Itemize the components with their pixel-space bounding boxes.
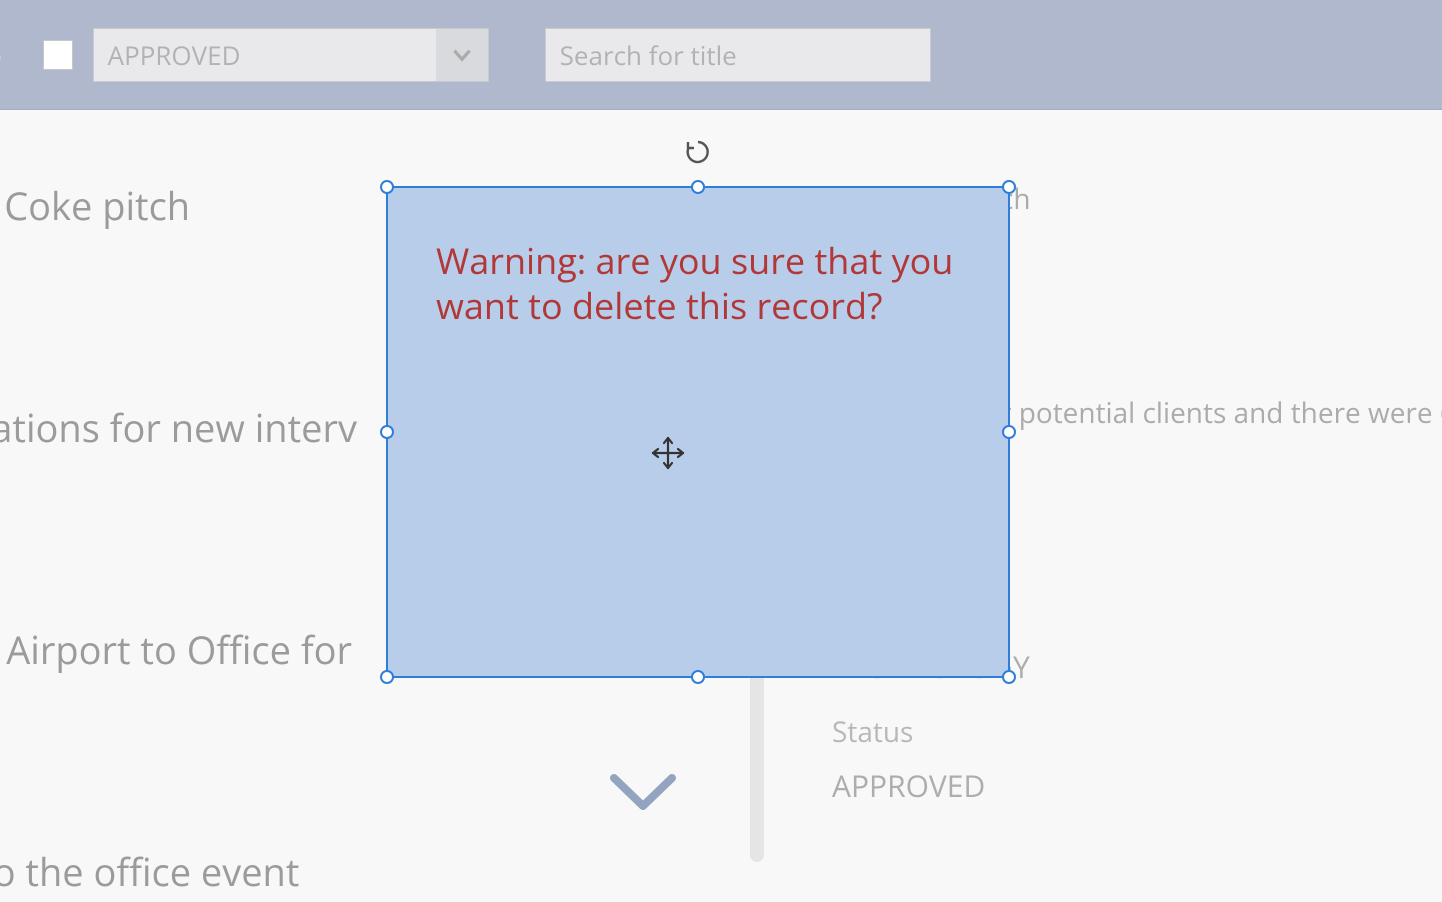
search-placeholder: Search for title bbox=[560, 37, 737, 73]
scrollbar[interactable] bbox=[750, 662, 764, 862]
resize-handle-nw[interactable] bbox=[380, 180, 394, 194]
filter-checkbox[interactable] bbox=[43, 40, 73, 70]
status-value: APPROVED bbox=[832, 765, 1030, 806]
list-item[interactable]: ack to the office event bbox=[0, 846, 770, 902]
detail-note-fragment: ch bbox=[1000, 180, 1442, 218]
search-input[interactable]: Search for title bbox=[545, 28, 931, 82]
item-date: /2021 bbox=[0, 684, 770, 727]
chevron-down-icon bbox=[436, 29, 488, 81]
resize-handle-sw[interactable] bbox=[380, 670, 394, 684]
resize-handle-e[interactable] bbox=[1002, 425, 1016, 439]
warning-dialog-element[interactable]: Warning: are you sure that you want to d… bbox=[386, 186, 1010, 678]
top-toolbar: se APPROVED Search for title bbox=[0, 0, 1442, 110]
warning-text: Warning: are you sure that you want to d… bbox=[436, 238, 960, 328]
item-title: ack to the office event bbox=[0, 846, 770, 898]
resize-handle-w[interactable] bbox=[380, 425, 394, 439]
chevron-down-icon[interactable] bbox=[608, 768, 678, 823]
status-filter-value: APPROVED bbox=[94, 37, 436, 73]
status-label: Status bbox=[832, 713, 1030, 751]
resize-handle-ne[interactable] bbox=[1002, 180, 1016, 194]
detail-note-fragment: r potential clients and there were 6 of … bbox=[1000, 394, 1442, 432]
page-title-fragment: se bbox=[0, 26, 3, 83]
resize-handle-s[interactable] bbox=[691, 670, 705, 684]
status-filter-dropdown[interactable]: APPROVED bbox=[93, 28, 489, 82]
rotate-icon[interactable] bbox=[684, 138, 712, 166]
resize-handle-n[interactable] bbox=[691, 180, 705, 194]
resize-handle-se[interactable] bbox=[1002, 670, 1016, 684]
